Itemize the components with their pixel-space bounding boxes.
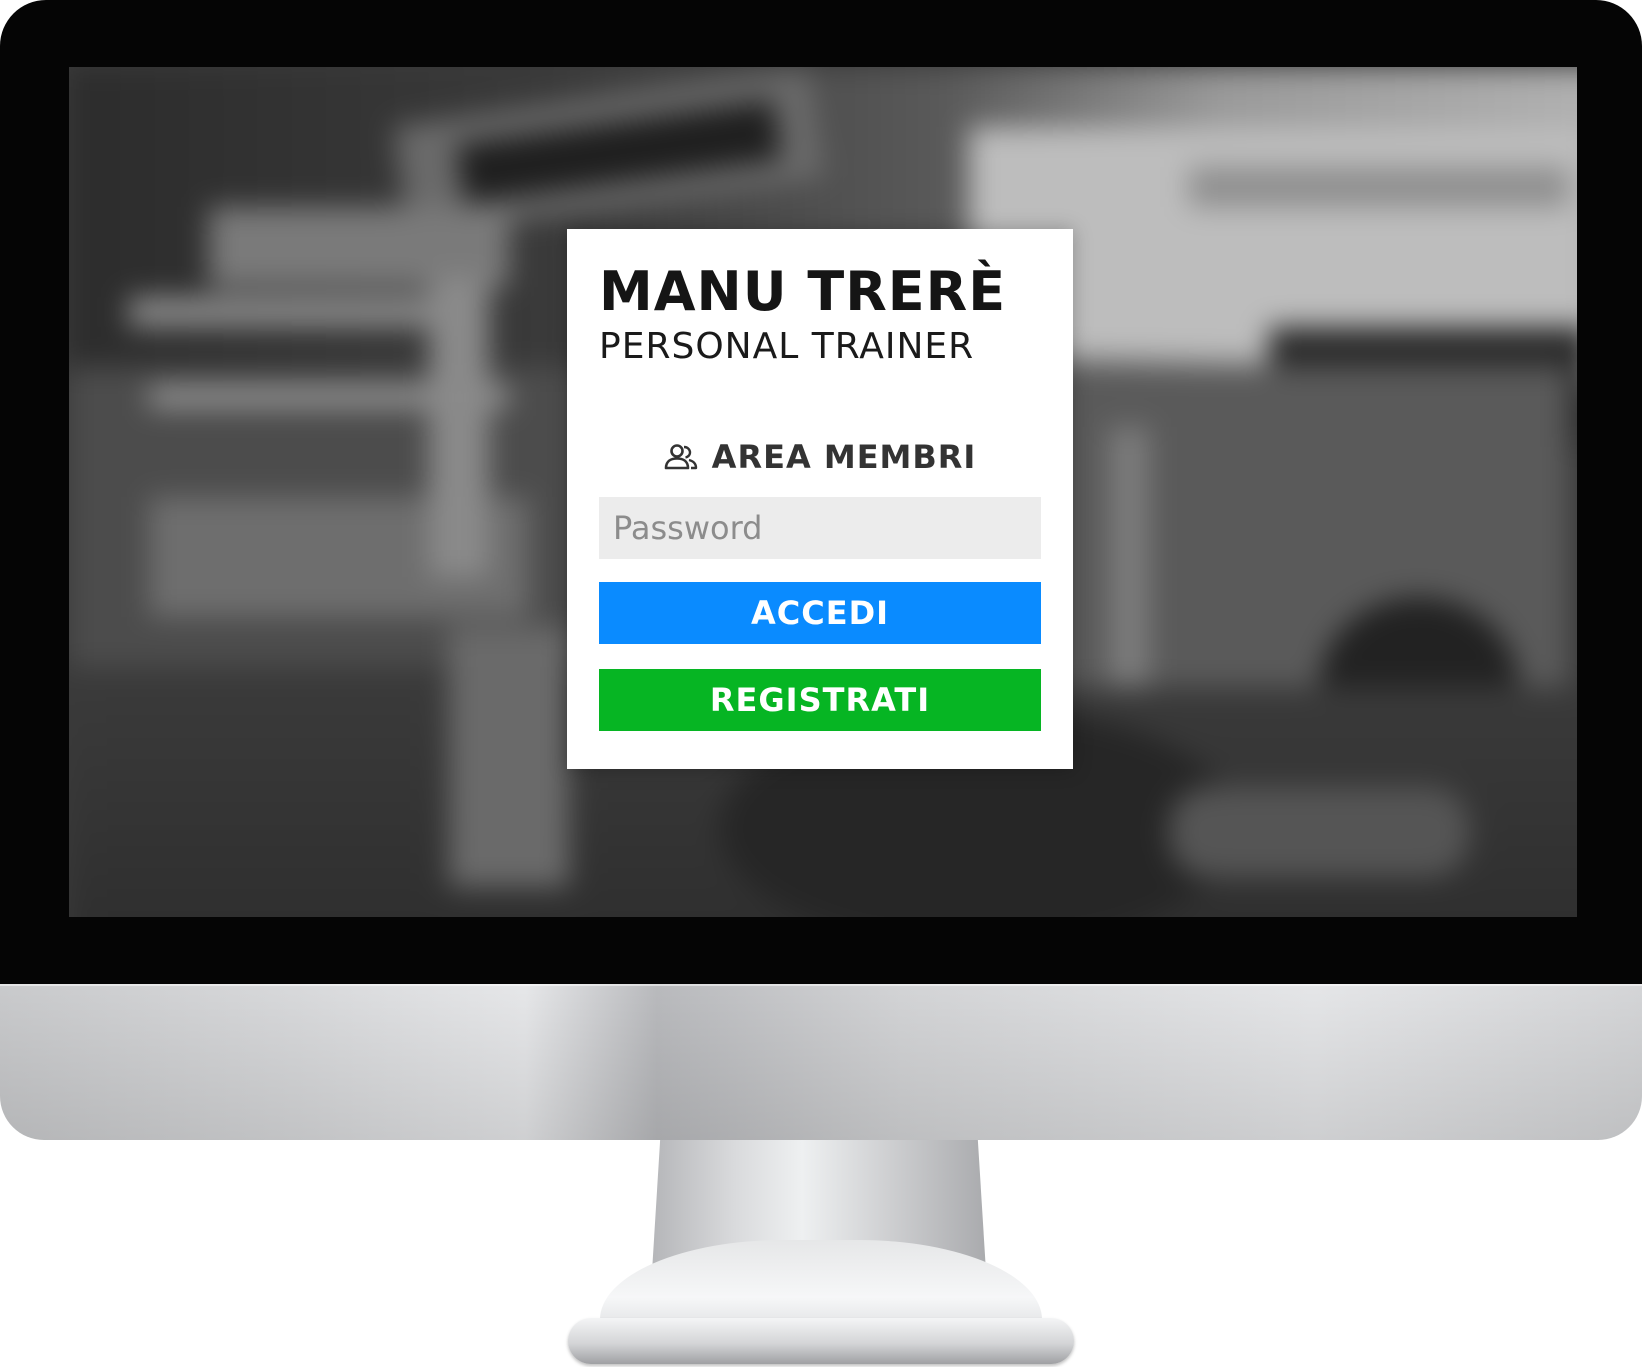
- users-icon: [664, 443, 698, 471]
- login-button[interactable]: ACCEDI: [599, 582, 1041, 644]
- screen: MANU TRERÈ PERSONAL TRAINER AREA MEMBRI …: [69, 67, 1577, 917]
- monitor-stand-foot: [568, 1318, 1074, 1364]
- imac-monitor: MANU TRERÈ PERSONAL TRAINER AREA MEMBRI …: [0, 0, 1642, 1367]
- brand-title: MANU TRERÈ: [599, 260, 1007, 323]
- register-button[interactable]: REGISTRATI: [599, 669, 1041, 731]
- chin-shade: [0, 984, 1642, 1140]
- members-area-header: AREA MEMBRI: [567, 441, 1073, 473]
- brand-subtitle: PERSONAL TRAINER: [599, 326, 975, 367]
- login-card: MANU TRERÈ PERSONAL TRAINER AREA MEMBRI …: [567, 229, 1073, 769]
- password-input[interactable]: [599, 497, 1041, 559]
- members-area-title: AREA MEMBRI: [711, 438, 977, 476]
